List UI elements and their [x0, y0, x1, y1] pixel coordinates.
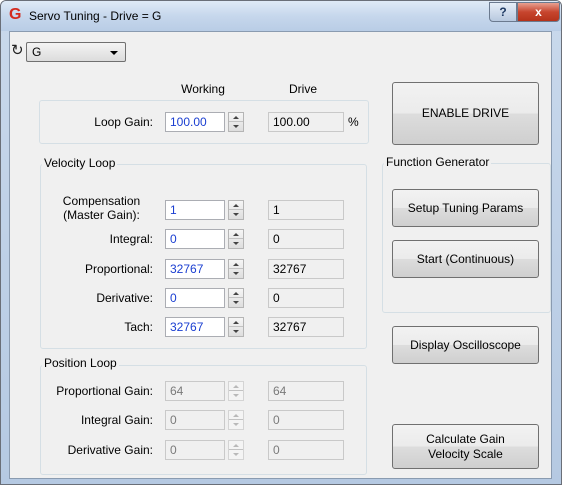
- setup-tuning-params-button[interactable]: Setup Tuning Params: [392, 189, 539, 227]
- spin-down-icon[interactable]: [229, 269, 243, 278]
- spin-up-icon[interactable]: [229, 382, 243, 391]
- drive-column-header: Drive: [288, 82, 317, 96]
- position-loop-title: Position Loop: [42, 356, 119, 370]
- loop-gain-drive-value: 100.00: [268, 112, 344, 132]
- integral-drive-value: 0: [268, 229, 344, 249]
- spin-up-icon[interactable]: [229, 318, 243, 327]
- working-column-header: Working: [181, 82, 225, 96]
- loop-gain-unit: %: [348, 115, 359, 129]
- position-integral-gain-spinner[interactable]: [228, 410, 244, 430]
- spin-up-icon[interactable]: [229, 113, 243, 122]
- integral-spinner[interactable]: [228, 229, 244, 249]
- derivative-drive-value: 0: [268, 288, 344, 308]
- spin-up-icon[interactable]: [229, 411, 243, 420]
- dialog-client-area: ↻ G Working Drive Loop Gain: 100.00 100.…: [9, 31, 552, 479]
- position-derivative-gain-spinner[interactable]: [228, 440, 244, 460]
- calculate-gain-line1: Calculate Gain: [426, 431, 505, 446]
- proportional-working-input[interactable]: 32767: [165, 259, 225, 279]
- integral-label: Integral:: [109, 232, 153, 246]
- spin-down-icon[interactable]: [229, 327, 243, 336]
- derivative-label: Derivative:: [96, 291, 153, 305]
- tach-spinner[interactable]: [228, 317, 244, 337]
- spin-up-icon[interactable]: [229, 230, 243, 239]
- spin-down-icon[interactable]: [229, 210, 243, 219]
- tach-label: Tach:: [124, 320, 153, 334]
- position-derivative-gain-input[interactable]: 0: [165, 440, 225, 460]
- velocity-loop-title: Velocity Loop: [42, 156, 118, 170]
- compensation-working-input[interactable]: 1: [165, 200, 225, 220]
- title-bar[interactable]: G Servo Tuning - Drive = G ? x: [1, 1, 561, 31]
- start-continuous-button[interactable]: Start (Continuous): [392, 240, 539, 278]
- enable-drive-button[interactable]: ENABLE DRIVE: [392, 82, 539, 145]
- proportional-drive-value: 32767: [268, 259, 344, 279]
- loop-gain-working-input[interactable]: 100.00: [165, 112, 225, 132]
- loop-gain-spinner[interactable]: [228, 112, 244, 132]
- servo-tuning-window: G Servo Tuning - Drive = G ? x ↻ G Worki…: [0, 0, 562, 485]
- position-integral-gain-input[interactable]: 0: [165, 410, 225, 430]
- spin-up-icon[interactable]: [229, 201, 243, 210]
- help-icon: ?: [499, 5, 507, 19]
- position-proportional-gain-spinner[interactable]: [228, 381, 244, 401]
- position-derivative-gain-label: Derivative Gain:: [67, 443, 153, 457]
- tach-drive-value: 32767: [268, 317, 344, 337]
- window-title: Servo Tuning - Drive = G: [29, 9, 162, 23]
- position-integral-gain-label: Integral Gain:: [80, 413, 153, 427]
- position-integral-gain-drive-value: 0: [268, 410, 344, 430]
- function-generator-group: [382, 163, 551, 313]
- loop-gain-label: Loop Gain:: [94, 115, 153, 129]
- spin-up-icon[interactable]: [229, 441, 243, 450]
- compensation-label: Compensation (Master Gain):: [50, 194, 153, 222]
- compensation-spinner[interactable]: [228, 200, 244, 220]
- app-logo-icon: G: [9, 6, 22, 23]
- compensation-drive-value: 1: [268, 200, 344, 220]
- spin-up-icon[interactable]: [229, 289, 243, 298]
- tach-working-input[interactable]: 32767: [165, 317, 225, 337]
- close-button[interactable]: x: [517, 2, 560, 22]
- spin-down-icon[interactable]: [229, 239, 243, 248]
- position-proportional-gain-drive-value: 64: [268, 381, 344, 401]
- derivative-working-input[interactable]: 0: [165, 288, 225, 308]
- position-derivative-gain-drive-value: 0: [268, 440, 344, 460]
- position-proportional-gain-input[interactable]: 64: [165, 381, 225, 401]
- drive-select[interactable]: G: [26, 42, 126, 62]
- spin-down-icon[interactable]: [229, 122, 243, 131]
- calculate-gain-velocity-scale-button[interactable]: Calculate Gain Velocity Scale: [392, 424, 539, 469]
- chevron-down-icon: [110, 51, 118, 55]
- proportional-label: Proportional:: [84, 262, 153, 276]
- compensation-label-line2: (Master Gain):: [63, 208, 140, 222]
- spin-down-icon[interactable]: [229, 420, 243, 429]
- proportional-spinner[interactable]: [228, 259, 244, 279]
- integral-working-input[interactable]: 0: [165, 229, 225, 249]
- spin-down-icon[interactable]: [229, 391, 243, 400]
- spin-down-icon[interactable]: [229, 450, 243, 459]
- drive-select-value: G: [32, 45, 42, 59]
- display-oscilloscope-button[interactable]: Display Oscilloscope: [392, 326, 539, 364]
- refresh-icon[interactable]: ↻: [11, 42, 25, 60]
- function-generator-title: Function Generator: [384, 155, 492, 169]
- close-icon: x: [535, 5, 542, 19]
- derivative-spinner[interactable]: [228, 288, 244, 308]
- calculate-gain-line2: Velocity Scale: [428, 446, 503, 461]
- position-proportional-gain-label: Proportional Gain:: [56, 384, 153, 398]
- help-button[interactable]: ?: [489, 2, 517, 22]
- spin-up-icon[interactable]: [229, 260, 243, 269]
- spin-down-icon[interactable]: [229, 298, 243, 307]
- compensation-label-line1: Compensation: [62, 194, 141, 208]
